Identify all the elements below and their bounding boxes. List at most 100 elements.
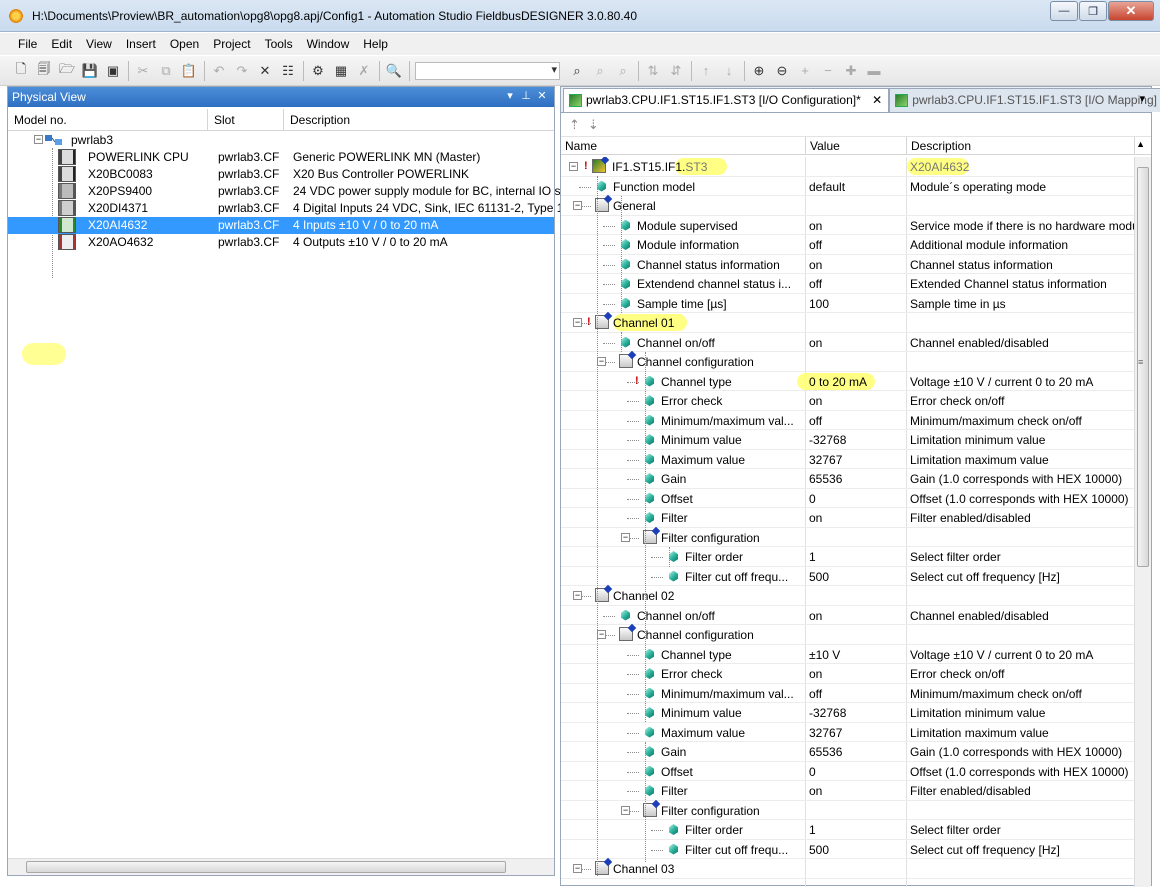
tab-close-icon[interactable]: ✕ <box>872 93 882 107</box>
paste-icon[interactable]: 📋 <box>180 62 198 80</box>
grid-parameter-row[interactable]: Minimum value -32768 Limitation minimum va… <box>561 430 1135 450</box>
grid-group-row[interactable]: − Filter configuration <box>561 801 1135 820</box>
horizontal-scrollbar[interactable] <box>8 858 554 875</box>
grid-parameter-row[interactable]: Minimum value -32768 Limitation minimum va… <box>561 703 1135 723</box>
grid-parameter-row[interactable]: Channel type ±10 V Voltage ±10 V / current… <box>561 645 1135 664</box>
menu-edit[interactable]: Edit <box>51 37 72 51</box>
tree-row[interactable]: X20DI4371 pwrlab3.CF 4 Digital Inputs 24… <box>8 200 563 217</box>
copy-icon[interactable]: ⧉ <box>157 62 175 80</box>
tab-list-icon[interactable]: ▾ <box>1139 92 1145 105</box>
grid-parameter-row[interactable]: Filter cut off frequ... 500 Select cut off… <box>561 840 1135 859</box>
collapse-all-icon[interactable]: ⊖ <box>773 62 791 80</box>
grid-row-value[interactable]: on <box>809 609 822 623</box>
grid-row-value[interactable]: 1 <box>809 823 816 837</box>
grid-row-value[interactable]: 32767 <box>809 453 842 467</box>
menu-help[interactable]: Help <box>363 37 388 51</box>
column-description[interactable]: Description <box>284 109 554 130</box>
menu-file[interactable]: File <box>18 37 37 51</box>
column-value[interactable]: Value <box>806 137 907 154</box>
move-down-icon[interactable]: ⇣ <box>588 117 599 133</box>
build-icon[interactable]: ⚙ <box>309 62 327 80</box>
grid-row-value[interactable]: off <box>809 414 822 428</box>
collapse-toggle[interactable]: − <box>597 357 606 366</box>
grid-parameter-row[interactable]: Offset 0 Offset (1.0 corresponds with HEX … <box>561 762 1135 781</box>
grid-parameter-row[interactable]: Error check on Error check on/off <box>561 391 1135 411</box>
tree-row-selected[interactable]: X20AI4632 pwrlab3.CF 4 Inputs ±10 V / 0 … <box>8 217 554 234</box>
new-project-icon[interactable]: 🗐 <box>35 61 53 80</box>
close-button[interactable]: ✕ <box>1108 1 1154 21</box>
grid-group-row[interactable]: − Filter configuration <box>561 528 1135 547</box>
grid-parameter-row[interactable]: Filter cut off frequ... 500 Select cut off… <box>561 567 1135 586</box>
grid-row-value[interactable]: 0 <box>809 765 816 779</box>
grid-row-value[interactable]: -32768 <box>809 706 846 720</box>
collapse-toggle[interactable]: − <box>573 864 582 873</box>
grid-row-value[interactable]: 0 to 20 mA <box>809 375 867 389</box>
grid-row-value[interactable]: off <box>809 277 822 291</box>
delete-icon[interactable]: ✕ <box>256 62 274 80</box>
save-all-icon[interactable]: ▣ <box>104 62 122 80</box>
grid-group-row[interactable]: − Channel 03 <box>561 859 1135 879</box>
grid-parameter-row[interactable]: Filter on Filter enabled/disabled <box>561 508 1135 528</box>
grid-parameter-row[interactable]: Function model default Module´s operating … <box>561 177 1135 196</box>
column-description[interactable]: Description <box>907 137 1135 154</box>
grid-group-row[interactable]: −! Channel 01 <box>561 313 1135 333</box>
grid-row-value[interactable]: 65536 <box>809 472 842 486</box>
tree-row[interactable]: X20AO4632 pwrlab3.CF 4 Outputs ±10 V / 0… <box>8 234 554 251</box>
save-icon[interactable]: 💾 <box>81 62 99 80</box>
grid-row-value[interactable]: on <box>809 394 822 408</box>
grid-parameter-row[interactable]: Filter order 1 Select filter order <box>561 547 1135 567</box>
search-icon[interactable]: 🔍 <box>385 62 403 80</box>
grid-parameter-row[interactable]: Module supervised on Service mode if there… <box>561 216 1135 235</box>
grid-row-value[interactable]: off <box>809 238 822 252</box>
panel-close-icon[interactable]: ✕ <box>534 89 550 102</box>
grid-parameter-row[interactable]: Offset 0 Offset (1.0 corresponds with HEX … <box>561 489 1135 508</box>
grid-parameter-row[interactable]: Extendend channel status i... off Extended… <box>561 274 1135 294</box>
grid-row-value[interactable]: off <box>809 687 822 701</box>
grid-root-row[interactable]: −! IF1.ST15.IF1.ST3 X20AI4632 <box>561 157 1135 177</box>
grid-parameter-row[interactable]: Sample time [µs] 100 Sample time in µs <box>561 294 1135 313</box>
grid-parameter-row[interactable]: Filter on Filter enabled/disabled <box>561 781 1135 801</box>
grid-parameter-row[interactable]: Minimum/maximum val... off Minimum/maximum… <box>561 411 1135 430</box>
find-prev-icon[interactable]: ⌕ <box>614 62 632 80</box>
menu-project[interactable]: Project <box>213 37 250 51</box>
scrollbar-thumb[interactable] <box>26 861 506 873</box>
sort-descending-icon[interactable]: ⇵ <box>667 62 685 80</box>
grid-group-row[interactable]: − Channel configuration <box>561 352 1135 372</box>
grid-parameter-row[interactable]: Module information off Additional module i… <box>561 235 1135 255</box>
grid-parameter-row[interactable]: Maximum value 32767 Limitation maximum val… <box>561 723 1135 742</box>
grid-parameter-row[interactable]: Maximum value 32767 Limitation maximum val… <box>561 450 1135 469</box>
grid-parameter-row[interactable]: Gain 65536 Gain (1.0 corresponds with HEX … <box>561 742 1135 762</box>
grid-row-value[interactable]: 65536 <box>809 745 842 759</box>
menu-window[interactable]: Window <box>307 37 350 51</box>
column-model-no[interactable]: Model no. <box>8 109 208 130</box>
collapse-toggle[interactable]: − <box>597 630 606 639</box>
grid-parameter-row[interactable]: Error check on Error check on/off <box>561 664 1135 684</box>
tab-io-mapping[interactable]: pwrlab3.CPU.IF1.ST15.IF1.ST3 [I/O Mappin… <box>889 88 1160 112</box>
navigate-icon[interactable]: ✚ <box>842 62 860 80</box>
minimize-view-icon[interactable]: ▬ <box>865 62 883 80</box>
grid-row-value[interactable]: 500 <box>809 843 829 857</box>
grid-row-value[interactable]: 100 <box>809 297 829 311</box>
undo-icon[interactable]: ↶ <box>210 62 228 80</box>
binoculars-icon[interactable]: ⌕ <box>568 62 586 80</box>
column-slot[interactable]: Slot <box>208 109 284 130</box>
grid-row-value[interactable]: on <box>809 511 822 525</box>
grid-parameter-row[interactable]: Minimum/maximum val... off Minimum/maximum… <box>561 684 1135 703</box>
grid-row-value[interactable]: on <box>809 258 822 272</box>
tree-row[interactable]: X20BC0083 pwrlab3.CF X20 Bus Controller … <box>8 166 554 183</box>
properties-icon[interactable]: ☷ <box>279 62 297 80</box>
move-up-icon[interactable]: ⇡ <box>569 117 580 133</box>
cut-icon[interactable]: ✂ <box>134 62 152 80</box>
grid-parameter-row[interactable]: Channel status information on Channel stat… <box>561 255 1135 274</box>
menu-tools[interactable]: Tools <box>265 37 293 51</box>
grid-parameter-row[interactable]: Channel on/off on Channel enabled/disabled <box>561 606 1135 625</box>
grid-row-value[interactable]: on <box>809 784 822 798</box>
find-combobox[interactable] <box>415 61 560 80</box>
collapse-toggle[interactable]: − <box>573 591 582 600</box>
transfer-icon[interactable]: ▦ <box>332 62 350 80</box>
grid-group-row[interactable]: − Channel configuration <box>561 625 1135 645</box>
menu-view[interactable]: View <box>86 37 112 51</box>
menu-open[interactable]: Open <box>170 37 199 51</box>
grid-group-row[interactable]: − Channel 02 <box>561 586 1135 606</box>
expand-icon[interactable]: + <box>796 62 814 80</box>
